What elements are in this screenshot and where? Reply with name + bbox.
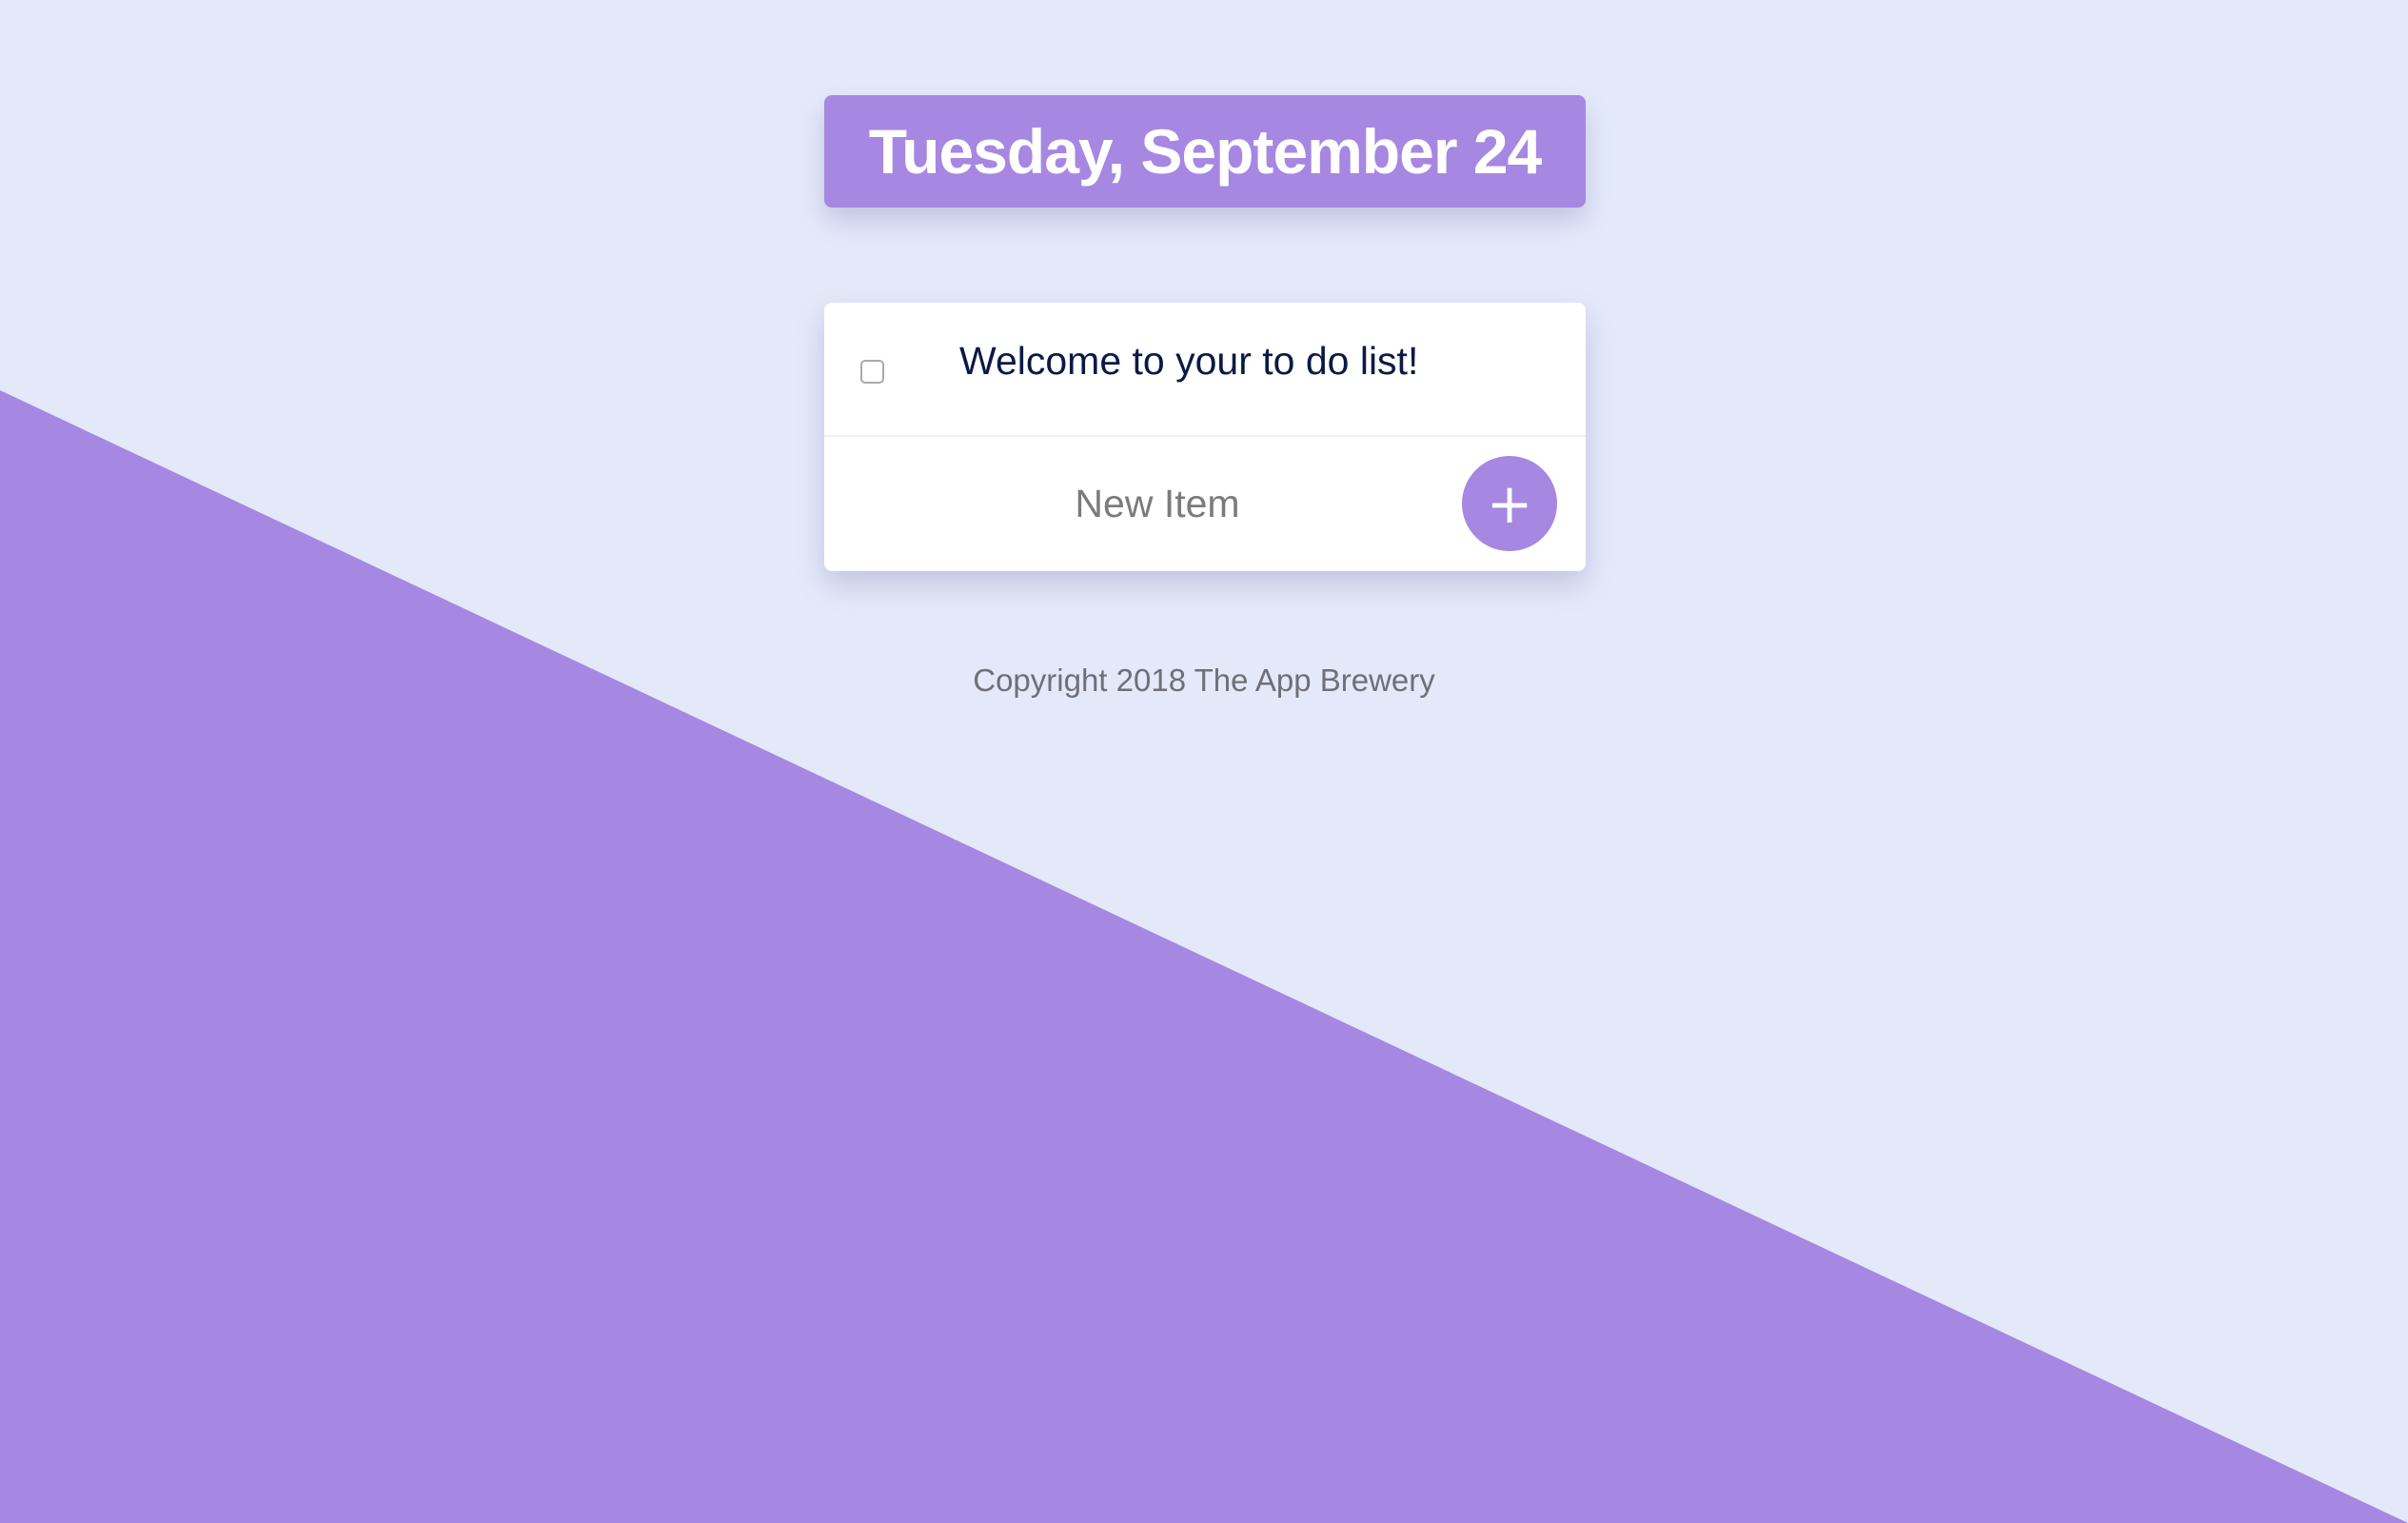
plus-icon: +	[1486, 471, 1533, 536]
new-item-input[interactable]	[853, 464, 1462, 544]
item-text: Welcome to your to do list!	[959, 339, 1419, 383]
footer: Copyright 2018 The App Brewery	[0, 663, 2408, 699]
new-item-form: +	[824, 437, 1586, 570]
copyright-text: Copyright 2018 The App Brewery	[973, 663, 1435, 698]
add-item-button[interactable]: +	[1462, 456, 1557, 551]
date-heading-box: Tuesday, September 24	[824, 95, 1586, 208]
app-container: Tuesday, September 24 Welcome to your to…	[0, 0, 2408, 1523]
item-checkbox[interactable]	[860, 360, 884, 384]
list-item: Welcome to your to do list!	[824, 303, 1586, 437]
todo-list-box: Welcome to your to do list! +	[824, 303, 1586, 571]
date-heading: Tuesday, September 24	[868, 116, 1543, 187]
